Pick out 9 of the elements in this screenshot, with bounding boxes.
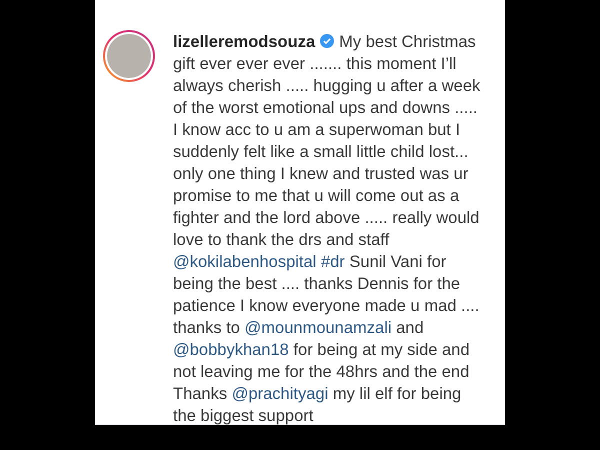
username-link[interactable]: lizelleremodsouza [173,33,316,51]
photo-placeholder [107,34,151,78]
comment-text: lizelleremodsouza My best Christmas gift ever ever ever ....... this moment I’ll always cherish ..... hugging u after a week of the worst emotional ups and downs ..... I know acc to u am a superwoman but I suddenly felt like a small little child lost... only one thing I knew and trusted was ur promise to me that u will come out as a fighter and the lord above ..... really would love to thank the drs and staff @kokilabenhospital #dr Sunil Vani for being the best .... thanks Dennis for the patience I know everyone made u mad .... thanks to @mounmounamzali and @bobbykhan18 for being at my side and not leaving me for the 48hrs and the end Thanks @prachityagi my lil elf for being the biggest support [173,32,482,424]
mention-link[interactable]: @bobbykhan18 [173,341,289,359]
avatar[interactable] [103,30,155,82]
mention-link[interactable]: @mounmounamzali [244,319,392,337]
mention-link[interactable]: @kokilabenhospital [173,253,316,271]
mention-link[interactable]: @prachityagi [232,385,328,403]
mention-link[interactable]: #dr [320,253,345,271]
